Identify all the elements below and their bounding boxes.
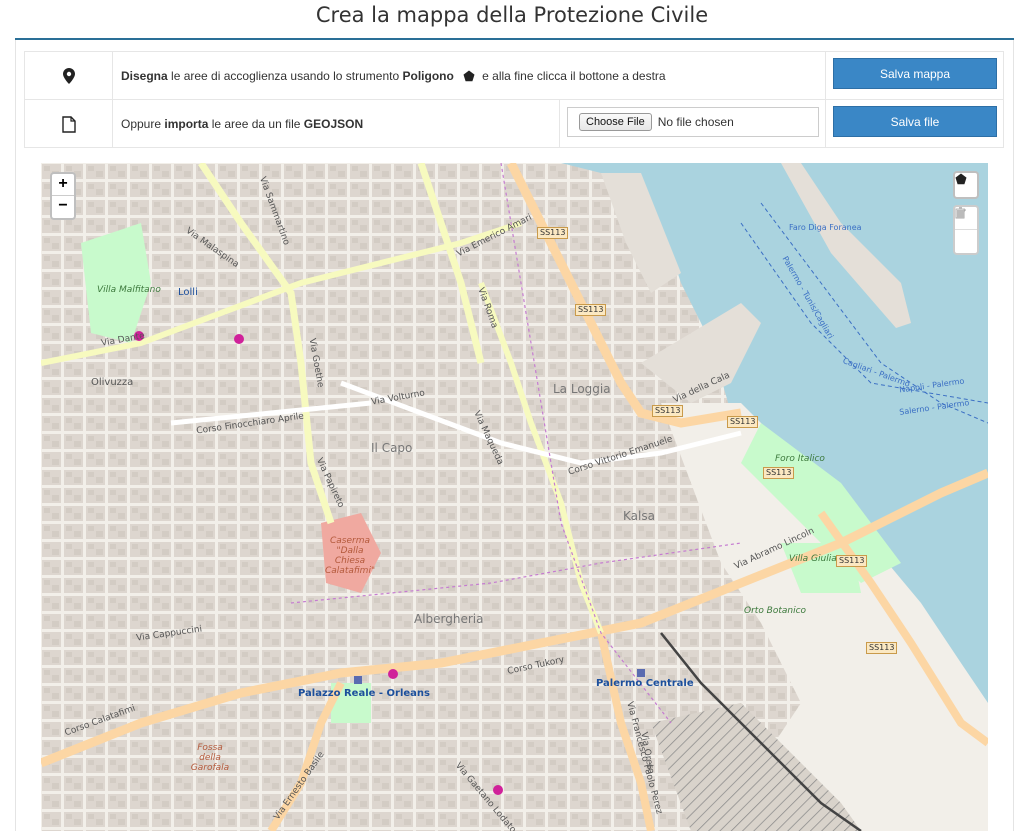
delete-layers-button[interactable] <box>955 207 977 253</box>
station-marker <box>354 676 362 684</box>
map-label: Il Capo <box>371 441 413 455</box>
map-canvas[interactable]: La Loggia Il Capo Kalsa Albergheria Oliv… <box>41 163 988 831</box>
map-label: La Loggia <box>553 382 611 396</box>
map-station-label: Palazzo Reale - Orleans <box>298 688 430 699</box>
zoom-in-button[interactable]: + <box>52 174 74 196</box>
import-row: Oppure importa le aree da un file GEOJSO… <box>25 100 1003 148</box>
map-label: Albergheria <box>414 612 484 626</box>
import-instructions-strong1: importa <box>164 117 209 131</box>
import-instructions-text1: Oppure <box>121 117 165 131</box>
import-instructions-text2: le aree da un file <box>208 117 304 131</box>
pharmacy-marker <box>388 669 398 679</box>
map-label: Olivuzza <box>91 377 134 388</box>
column-separator <box>825 100 826 148</box>
draw-row-icon-cell <box>25 52 113 100</box>
column-separator <box>559 100 560 148</box>
draw-instructions-strong2: Poligono <box>402 69 454 83</box>
map-poi-label: Faro Diga Foranea <box>789 223 862 232</box>
import-instructions: Oppure importa le aree da un file GEOJSO… <box>121 100 363 148</box>
pentagon-icon <box>955 173 967 185</box>
map-poi-label: Fossa della Garofala <box>190 743 230 773</box>
road-shield: SS113 <box>836 555 868 567</box>
map-station-label: Palermo Centrale <box>596 678 694 689</box>
save-file-button[interactable]: Salva file <box>833 106 997 137</box>
import-instructions-strong2: GEOJSON <box>303 117 364 131</box>
column-separator <box>825 52 826 100</box>
trash-icon <box>956 207 965 218</box>
draw-instructions-text2: e alla fine clicca il bottone a destra <box>478 69 666 83</box>
zoom-control: + − <box>50 172 76 220</box>
draw-instructions-text1: le aree di accoglienza usando lo strumen… <box>167 69 403 83</box>
save-map-button[interactable]: Salva mappa <box>833 58 997 89</box>
pentagon-icon <box>463 70 475 82</box>
map-label: Villa Malfitano <box>97 285 161 295</box>
road-shield: SS113 <box>575 304 607 316</box>
road-shield: SS113 <box>763 467 795 479</box>
road-shield: SS113 <box>652 405 684 417</box>
pharmacy-marker <box>493 785 503 795</box>
draw-polygon-button[interactable] <box>953 171 979 199</box>
map-marker-icon <box>62 68 75 84</box>
map-label: Villa Giulia <box>789 554 837 564</box>
map-label: Kalsa <box>623 509 655 523</box>
road-shield: SS113 <box>727 416 759 428</box>
pharmacy-marker <box>234 334 244 344</box>
tools-table: Disegna le aree di accoglienza usando lo… <box>24 51 1004 148</box>
zoom-out-button[interactable]: − <box>52 196 74 218</box>
file-icon <box>61 115 76 133</box>
draw-instructions: Disegna le aree di accoglienza usando lo… <box>121 52 666 100</box>
edit-toolbar <box>953 205 979 255</box>
draw-instructions-strong1: Disegna <box>121 69 168 83</box>
choose-file-button[interactable]: Choose File <box>579 113 652 131</box>
import-row-icon-cell <box>25 100 113 148</box>
road-shield: SS113 <box>537 227 569 239</box>
file-status: No file chosen <box>657 115 734 129</box>
map-station-label: Lolli <box>178 287 198 298</box>
map-tiles <box>41 163 988 831</box>
draw-row: Disegna le aree di accoglienza usando lo… <box>25 52 1003 100</box>
map-poi-label: Caserma "Dalla Chiesa Calatafimi" <box>325 536 376 576</box>
station-marker <box>637 669 645 677</box>
road-shield: SS113 <box>866 642 898 654</box>
page-title: Crea la mappa della Protezione Civile <box>315 3 709 27</box>
file-input[interactable]: Choose File No file chosen <box>567 107 819 137</box>
map-label: Foro Italico <box>775 454 825 464</box>
map-label: Orto Botanico <box>744 606 807 616</box>
